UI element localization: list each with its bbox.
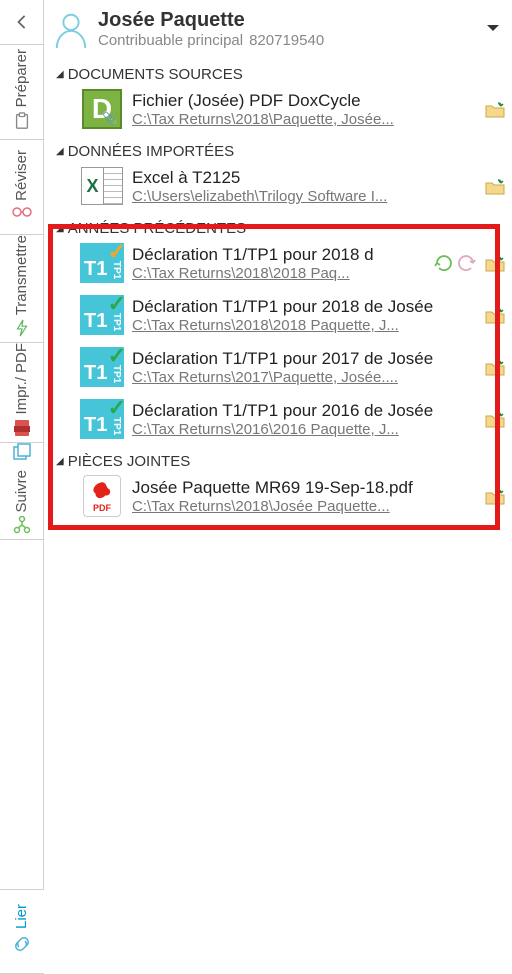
contact-role: Contribuable principal <box>98 32 243 49</box>
pdf-icon <box>14 419 30 442</box>
sync-back-icon[interactable] <box>456 253 476 273</box>
open-folder-button[interactable] <box>484 98 506 120</box>
tab-lier[interactable]: Lier <box>0 889 43 974</box>
tab-label: Impr./ <box>13 377 30 415</box>
section-annees-precedentes[interactable]: ◢ ANNÉES PRÉCÉDENTES <box>50 216 512 241</box>
document-stack-icon <box>12 443 32 466</box>
contact-subtitle: Contribuable principal 820719540 <box>98 32 478 49</box>
tab-suivre[interactable]: Suivre <box>0 442 43 540</box>
collapse-icon: ◢ <box>56 146 64 157</box>
content-panel: ◢ DOCUMENTS SOURCES D📎 Fichier (Josée) P… <box>44 58 512 974</box>
contact-id: 820719540 <box>249 32 324 49</box>
item-title: Déclaration T1/TP1 pour 2018 d <box>132 245 426 265</box>
tab-reviser[interactable]: Réviser <box>0 139 43 234</box>
tab-preparer[interactable]: Préparer <box>0 44 43 139</box>
branch-icon <box>13 516 31 539</box>
excel-file-icon: X <box>80 166 124 206</box>
section-documents-sources[interactable]: ◢ DOCUMENTS SOURCES <box>50 62 512 87</box>
tab-pdf[interactable]: PDF Impr./ <box>0 342 43 442</box>
section-title: ANNÉES PRÉCÉDENTES <box>68 220 246 237</box>
tab-label: Préparer <box>13 49 30 107</box>
open-folder-button[interactable] <box>484 304 506 326</box>
item-title: Fichier (Josée) PDF DoxCycle <box>132 91 476 111</box>
item-path-link[interactable]: C:\Tax Returns\2018\2018 Paquette, J... <box>132 317 476 334</box>
tab-transmettre[interactable]: Transmettre <box>0 234 43 342</box>
tab-label: PDF <box>13 343 30 373</box>
section-title: DOCUMENTS SOURCES <box>68 66 243 83</box>
item-title: Déclaration T1/TP1 pour 2017 de Josée <box>132 349 476 369</box>
section-title: PIÈCES JOINTES <box>68 453 191 470</box>
section-title: DONNÉES IMPORTÉES <box>68 143 234 160</box>
section-donnees-importees[interactable]: ◢ DONNÉES IMPORTÉES <box>50 139 512 164</box>
open-folder-button[interactable] <box>484 252 506 274</box>
t1-file-icon: T1TP1✓ <box>80 295 124 335</box>
item-prior-year-2018-b[interactable]: T1TP1✓ Déclaration T1/TP1 pour 2018 de J… <box>50 293 512 345</box>
avatar-icon <box>52 10 90 48</box>
open-folder-button[interactable] <box>484 356 506 378</box>
item-attachment-pdf[interactable]: PDF Josée Paquette MR69 19-Sep-18.pdf C:… <box>50 474 512 526</box>
chevron-left-icon <box>15 15 29 29</box>
doxcycle-file-icon: D📎 <box>80 89 124 129</box>
tab-label: Réviser <box>13 150 30 201</box>
header: Josée Paquette Contribuable principal 820… <box>44 0 512 58</box>
collapse-icon: ◢ <box>56 69 64 80</box>
clipboard-icon <box>13 112 31 135</box>
item-path-link[interactable]: C:\Tax Returns\2016\2016 Paquette, J... <box>132 421 476 438</box>
open-folder-button[interactable] <box>484 175 506 197</box>
sidebar: Préparer Réviser Transmettre PDF Impr./ <box>0 0 44 974</box>
item-title: Excel à T2125 <box>132 168 476 188</box>
t1-file-icon: T1TP1✓ <box>80 399 124 439</box>
sync-forward-icon[interactable] <box>434 253 454 273</box>
item-path-link[interactable]: C:\Tax Returns\2018\Josée Paquette... <box>132 498 476 515</box>
item-path-link[interactable]: C:\Tax Returns\2017\Paquette, Josée.... <box>132 369 476 386</box>
tab-label: Transmettre <box>13 235 30 315</box>
item-path-link[interactable]: C:\Tax Returns\2018\Paquette, Josée... <box>132 111 476 128</box>
tab-label: Lier <box>13 904 30 929</box>
item-prior-year-2017[interactable]: T1TP1✓ Déclaration T1/TP1 pour 2017 de J… <box>50 345 512 397</box>
tab-label: Suivre <box>13 470 30 513</box>
item-path-link[interactable]: C:\Users\elizabeth\Trilogy Software I... <box>132 188 476 205</box>
open-folder-button[interactable] <box>484 408 506 430</box>
item-excel[interactable]: X Excel à T2125 C:\Users\elizabeth\Trilo… <box>50 164 512 216</box>
t1-file-icon: T1TP1✓ <box>80 347 124 387</box>
back-button[interactable] <box>0 0 43 44</box>
item-title: Déclaration T1/TP1 pour 2016 de Josée <box>132 401 476 421</box>
open-folder-button[interactable] <box>484 485 506 507</box>
item-title: Josée Paquette MR69 19-Sep-18.pdf <box>132 478 476 498</box>
lightning-icon <box>14 319 30 342</box>
item-path-link[interactable]: C:\Tax Returns\2018\2018 Paq... <box>132 265 426 282</box>
glasses-icon <box>12 205 32 224</box>
contact-name: Josée Paquette <box>98 9 478 32</box>
chevron-down-icon <box>486 23 500 33</box>
item-prior-year-2016[interactable]: T1TP1✓ Déclaration T1/TP1 pour 2016 de J… <box>50 397 512 449</box>
collapse-icon: ◢ <box>56 223 64 234</box>
link-icon <box>12 934 32 959</box>
t1-file-icon: T1TP1✓ <box>80 243 124 283</box>
item-title: Déclaration T1/TP1 pour 2018 de Josée <box>132 297 476 317</box>
header-dropdown[interactable] <box>486 22 500 36</box>
section-pieces-jointes[interactable]: ◢ PIÈCES JOINTES <box>50 449 512 474</box>
item-prior-year-2018-a[interactable]: T1TP1✓ Déclaration T1/TP1 pour 2018 d C:… <box>50 241 512 293</box>
collapse-icon: ◢ <box>56 456 64 467</box>
pdf-file-icon: PDF <box>80 476 124 516</box>
item-doxcycle[interactable]: D📎 Fichier (Josée) PDF DoxCycle C:\Tax R… <box>50 87 512 139</box>
